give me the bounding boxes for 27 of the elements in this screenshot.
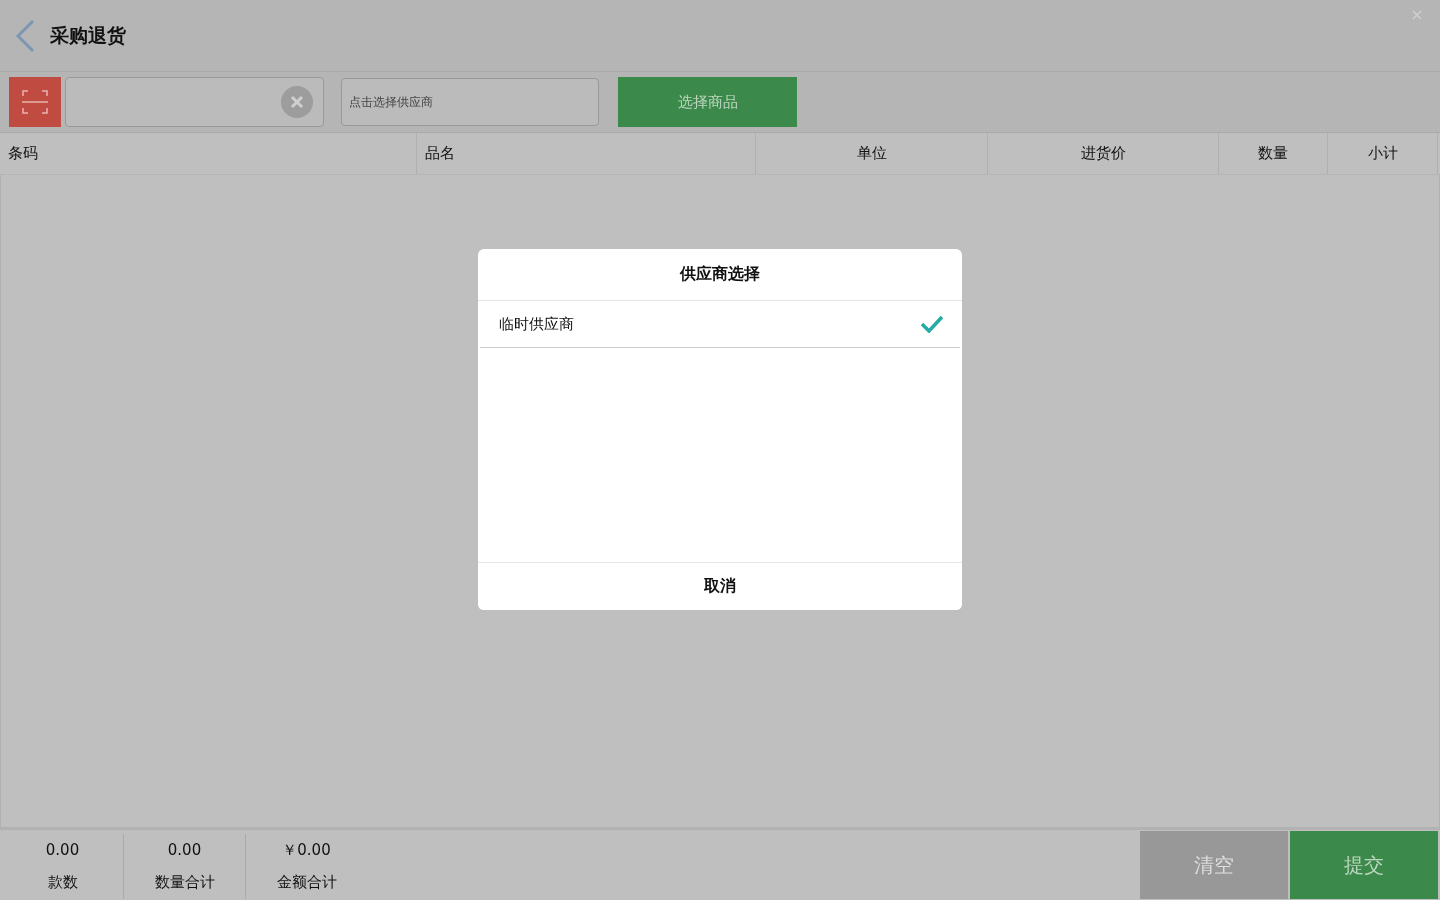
column-header: 数量: [1219, 133, 1328, 174]
supplier-field[interactable]: 点击选择供应商: [341, 78, 599, 126]
column-header: 条码: [0, 133, 417, 174]
column-header: 单位: [756, 133, 988, 174]
scan-button[interactable]: [9, 77, 61, 127]
checkmark-icon: [920, 315, 944, 333]
submit-button[interactable]: 提交: [1290, 831, 1438, 899]
summary-value: 0.00: [45, 841, 80, 859]
barcode-input-field[interactable]: [65, 77, 324, 127]
clear-icon[interactable]: [281, 86, 313, 118]
dialog-title: 供应商选择: [478, 249, 962, 301]
select-goods-button[interactable]: 选择商品: [618, 77, 797, 127]
summary-value: ￥0.00: [282, 840, 331, 860]
summary-label: 款数: [47, 873, 78, 892]
cancel-button[interactable]: 取消: [478, 562, 962, 610]
summary-label: 数量合计: [154, 873, 215, 892]
summary-label: 金额合计: [276, 873, 337, 893]
column-header: 品名: [417, 133, 756, 174]
scan-icon: [22, 90, 48, 114]
column-header: 小计: [1328, 133, 1438, 174]
supplier-option[interactable]: 临时供应商: [480, 301, 960, 348]
column-header: 进货价: [988, 133, 1219, 174]
clear-button[interactable]: 清空: [1140, 831, 1288, 899]
page-title: 采购退货: [50, 22, 126, 48]
option-label: 临时供应商: [499, 314, 574, 334]
summary-value: 0.00: [167, 841, 202, 859]
close-icon[interactable]: [1412, 10, 1422, 20]
